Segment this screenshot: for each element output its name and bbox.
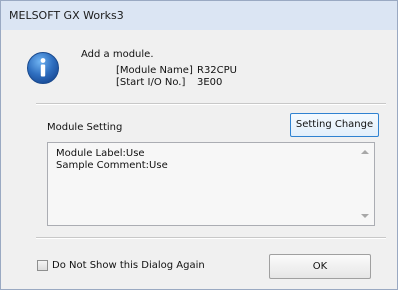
module-add-dialog: MELSOFT GX Works3 Add a module. [Module … — [0, 0, 398, 290]
module-name-label: [Module Name] — [116, 65, 193, 76]
title-bar[interactable]: MELSOFT GX Works3 — [1, 1, 397, 30]
setting-line-module-label: Module Label:Use — [56, 148, 145, 159]
start-io-value: 3E00 — [197, 77, 223, 88]
textbox-scrollbar[interactable] — [357, 143, 374, 225]
start-io-label: [Start I/O No.] — [116, 77, 186, 88]
do-not-show-checkbox[interactable] — [37, 260, 48, 271]
info-icon — [27, 52, 59, 84]
module-name-value: R32CPU — [197, 65, 238, 76]
scroll-up-arrow-icon[interactable] — [361, 150, 369, 154]
module-setting-label: Module Setting — [47, 122, 123, 133]
setting-line-sample-comment: Sample Comment:Use — [56, 160, 168, 171]
ok-button[interactable]: OK — [269, 254, 371, 279]
scroll-down-arrow-icon[interactable] — [361, 214, 369, 218]
module-setting-textbox[interactable]: Module Label:Use Sample Comment:Use — [47, 142, 375, 226]
setting-change-button[interactable]: Setting Change — [290, 113, 379, 137]
window-title: MELSOFT GX Works3 — [9, 9, 124, 22]
divider-top — [36, 103, 386, 105]
message-text: Add a module. — [81, 49, 154, 60]
do-not-show-label[interactable]: Do Not Show this Dialog Again — [52, 260, 205, 271]
divider-bottom — [36, 237, 386, 239]
